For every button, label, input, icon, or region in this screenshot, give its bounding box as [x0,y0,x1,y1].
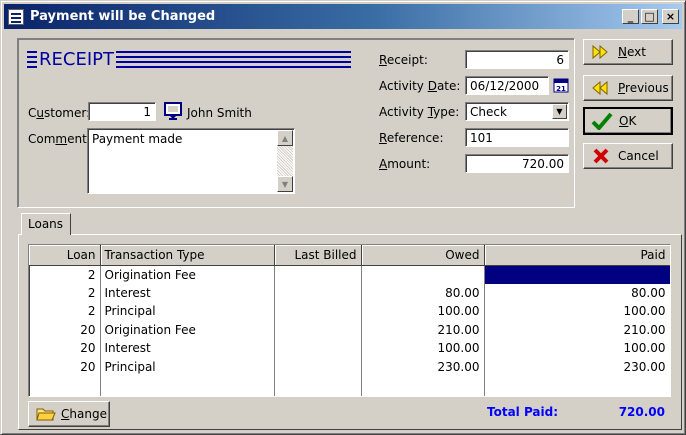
checkmark-icon [591,112,613,130]
amount-label: Amount: [379,157,431,171]
reference-input[interactable]: 101 [465,128,569,147]
cell-paid[interactable]: 230.00 [484,357,670,376]
loans-grid[interactable]: Loan Transaction Type Last Billed Owed P… [28,244,671,397]
previous-button[interactable]: Previous [583,75,673,101]
receipt-logo: RECEIPT [27,46,351,72]
cell-transaction-type: Origination Fee [100,265,275,284]
cell-last-billed [274,265,362,284]
comment-textarea[interactable]: Payment made ▲ ▼ [87,128,295,194]
cell-loan: 2 [29,302,101,321]
tab-loans[interactable]: Loans [21,213,71,235]
receipt-label: Receipt: [379,53,428,67]
cell-last-billed [274,339,362,358]
cell-paid-selected[interactable] [484,265,670,284]
cancel-button[interactable]: Cancel [583,143,673,169]
next-button[interactable]: Next [583,39,673,65]
cell-owed: 210.00 [361,320,485,339]
red-x-icon [590,147,612,165]
maximize-button[interactable]: □ [641,9,658,24]
calendar-icon[interactable]: 21 [552,76,570,94]
table-row[interactable]: 20 Origination Fee 210.00 210.00 [29,320,670,339]
cell-owed: 230.00 [361,357,485,376]
total-paid-label: Total Paid: [487,405,559,419]
cell-last-billed [274,283,362,302]
total-paid-value: 720.00 [618,405,665,419]
table-row[interactable]: 2 Principal 100.00 100.00 [29,302,670,321]
customer-id-input[interactable]: 1 [88,102,156,121]
column-header-paid[interactable]: Paid [484,245,670,266]
cell-last-billed [274,320,362,339]
column-header-last-billed[interactable]: Last Billed [274,245,362,266]
title-bar[interactable]: Payment will be Changed _ □ × [4,4,682,29]
cell-owed: 100.00 [361,302,485,321]
activity-date-label: Activity Date: [379,79,461,93]
cell-paid[interactable]: 100.00 [484,302,670,321]
minimize-button[interactable]: _ [622,9,639,24]
change-button[interactable]: Change [28,401,110,427]
activity-date-input[interactable]: 06/12/2000 [465,76,549,95]
grid-header-row: Loan Transaction Type Last Billed Owed P… [29,245,670,266]
payment-window: Payment will be Changed _ □ × RECEIPT Cu… [0,0,686,435]
table-row-empty [29,376,670,396]
customer-label: Customer: [28,106,91,120]
table-row[interactable]: 2 Origination Fee [29,265,670,284]
cell-last-billed [274,357,362,376]
cell-loan: 20 [29,320,101,339]
comment-scrollbar[interactable]: ▲ ▼ [277,130,293,192]
scroll-down-icon[interactable]: ▼ [277,176,293,192]
scroll-up-icon[interactable]: ▲ [277,130,293,146]
comment-label: Comment: [28,132,91,146]
cell-paid[interactable]: 100.00 [484,339,670,358]
chevron-down-icon[interactable]: ▼ [552,104,567,119]
cell-loan: 2 [29,265,101,284]
table-row[interactable]: 2 Interest 80.00 80.00 [29,283,670,302]
activity-type-select[interactable]: Check ▼ [465,102,569,121]
cell-transaction-type: Principal [100,302,275,321]
receipt-logo-text: RECEIPT [39,48,114,70]
cell-owed: 80.00 [361,283,485,302]
calendar-day-text: 21 [556,85,566,93]
receipt-number-input[interactable]: 6 [465,50,569,69]
cell-paid[interactable]: 80.00 [484,283,670,302]
column-header-loan[interactable]: Loan [29,245,101,266]
cell-transaction-type: Interest [100,283,275,302]
cell-transaction-type: Interest [100,339,275,358]
ok-button[interactable]: OK [583,107,673,135]
cell-owed [361,265,485,284]
column-header-transaction-type[interactable]: Transaction Type [100,245,275,266]
cell-paid[interactable]: 210.00 [484,320,670,339]
column-header-owed[interactable]: Owed [361,245,485,266]
cell-transaction-type: Origination Fee [100,320,275,339]
cell-loan: 2 [29,283,101,302]
table-row[interactable]: 20 Principal 230.00 230.00 [29,357,670,376]
customer-name: John Smith [187,106,252,120]
double-right-arrow-icon [590,43,612,61]
activity-type-value: Check [470,105,507,119]
activity-type-label: Activity Type: [379,105,460,119]
cell-owed: 100.00 [361,339,485,358]
table-row[interactable]: 20 Interest 100.00 100.00 [29,339,670,358]
cell-last-billed [274,302,362,321]
reference-label: Reference: [379,131,444,145]
cell-loan: 20 [29,357,101,376]
customer-lookup-icon[interactable] [163,101,183,121]
folder-open-icon [35,405,57,423]
cell-transaction-type: Principal [100,357,275,376]
cell-loan: 20 [29,339,101,358]
app-icon [8,8,24,25]
window-title: Payment will be Changed [30,9,216,24]
comment-text: Payment made [92,132,183,146]
amount-input[interactable]: 720.00 [465,154,569,173]
double-left-arrow-icon [590,79,612,97]
close-button[interactable]: × [662,9,679,24]
